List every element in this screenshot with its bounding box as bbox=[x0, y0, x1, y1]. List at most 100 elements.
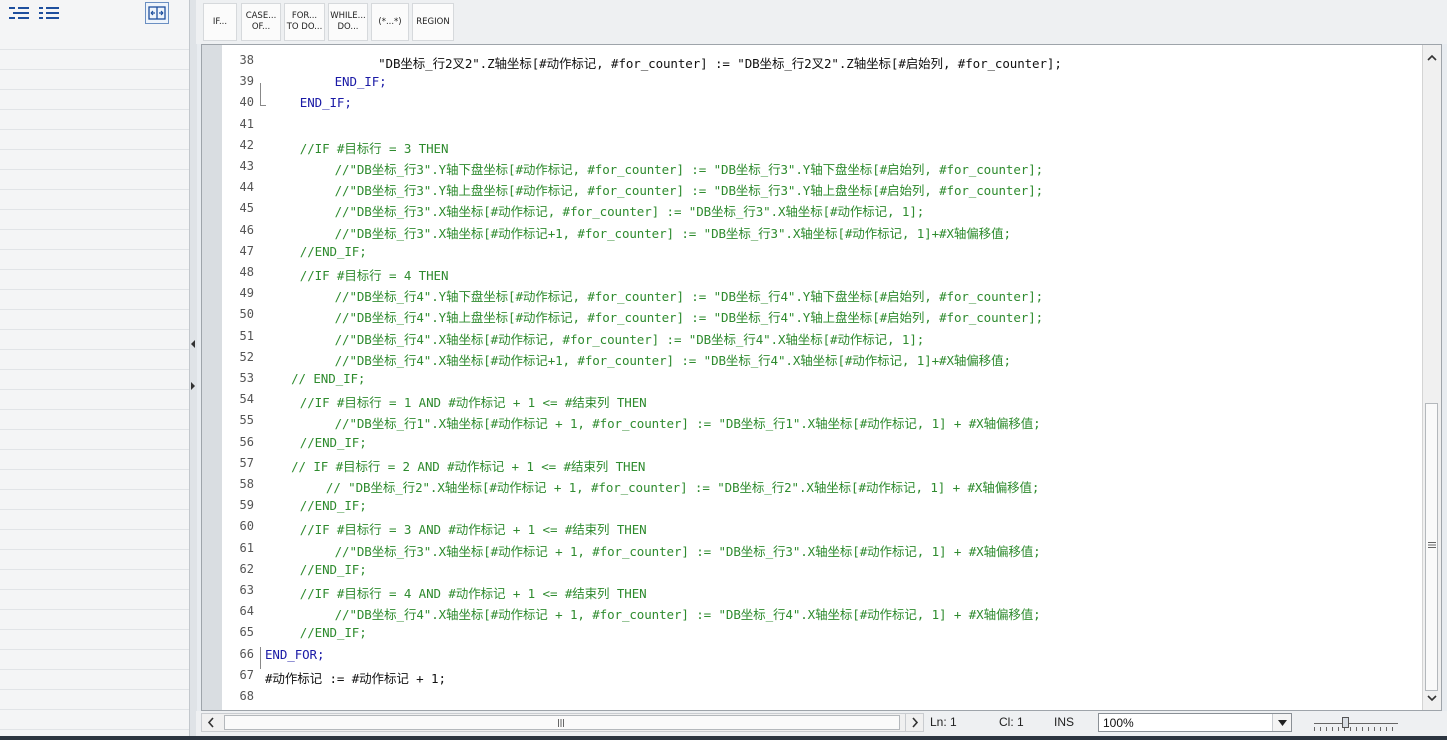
code-line[interactable]: //IF #目标行 = 4 THEN bbox=[300, 265, 449, 284]
left-list-row[interactable] bbox=[0, 450, 190, 470]
left-list-row[interactable] bbox=[0, 90, 190, 110]
left-list-row[interactable] bbox=[0, 290, 190, 310]
code-line[interactable]: //"DB坐标_行3".X轴坐标[#动作标记, #for_counter] :=… bbox=[335, 201, 925, 220]
left-list-row[interactable] bbox=[0, 310, 190, 330]
code-line[interactable]: //"DB坐标_行1".X轴坐标[#动作标记 + 1, #for_counter… bbox=[335, 413, 1041, 432]
code-line[interactable]: //"DB坐标_行3".X轴坐标[#动作标记 + 1, #for_counter… bbox=[335, 541, 1041, 560]
left-list-row[interactable] bbox=[0, 570, 190, 590]
vertical-scrollbar[interactable] bbox=[1422, 45, 1441, 710]
code-line[interactable]: //END_IF; bbox=[300, 625, 367, 640]
collapse-right-arrow-icon[interactable] bbox=[191, 382, 195, 390]
left-list-row[interactable] bbox=[0, 690, 190, 710]
code-line[interactable]: //END_IF; bbox=[300, 244, 367, 259]
code-area[interactable]: "DB坐标_行2叉2".Z轴坐标[#动作标记, #for_counter] :=… bbox=[260, 45, 1423, 710]
code-line[interactable]: //"DB坐标_行3".Y轴上盘坐标[#动作标记, #for_counter] … bbox=[335, 180, 1044, 199]
code-line[interactable]: //END_IF; bbox=[300, 498, 367, 513]
left-list-row[interactable] bbox=[0, 170, 190, 190]
left-list-row[interactable] bbox=[0, 210, 190, 230]
left-list-row[interactable] bbox=[0, 330, 190, 350]
fold-marker bbox=[260, 647, 266, 669]
zoom-select[interactable]: 100% bbox=[1098, 713, 1292, 732]
for-to-do-button[interactable]: FOR... TO DO... bbox=[284, 3, 325, 41]
chevron-down-icon bbox=[1427, 694, 1437, 701]
collapse-left-arrow-icon[interactable] bbox=[191, 340, 195, 348]
left-list-row[interactable] bbox=[0, 130, 190, 150]
zoom-dropdown-button[interactable] bbox=[1272, 714, 1291, 731]
indent-list-icon[interactable] bbox=[8, 4, 30, 22]
grip-icon bbox=[558, 719, 564, 727]
expand-pane-icon[interactable] bbox=[145, 2, 169, 24]
code-line[interactable]: // "DB坐标_行2".X轴坐标[#动作标记 + 1, #for_counte… bbox=[326, 477, 1040, 496]
case-of-button[interactable]: CASE... OF... bbox=[241, 3, 281, 41]
if-button[interactable]: IF... bbox=[203, 3, 237, 41]
left-list-row[interactable] bbox=[0, 190, 190, 210]
left-list-row[interactable] bbox=[0, 70, 190, 90]
region-button-label: REGION bbox=[416, 16, 450, 27]
code-line[interactable]: //"DB坐标_行3".X轴坐标[#动作标记+1, #for_counter] … bbox=[335, 223, 1011, 242]
code-line[interactable]: //"DB坐标_行3".Y轴下盘坐标[#动作标记, #for_counter] … bbox=[335, 159, 1044, 178]
code-line[interactable]: //IF #目标行 = 4 AND #动作标记 + 1 <= #结束列 THEN bbox=[300, 583, 647, 602]
zoom-slider[interactable] bbox=[1314, 715, 1398, 732]
code-line[interactable]: //"DB坐标_行4".X轴坐标[#动作标记+1, #for_counter] … bbox=[335, 350, 1011, 369]
code-line[interactable]: END_IF; bbox=[300, 95, 352, 110]
code-line[interactable]: // END_IF; bbox=[291, 371, 365, 386]
code-line[interactable]: //IF #目标行 = 3 THEN bbox=[300, 138, 449, 157]
left-list bbox=[0, 30, 190, 730]
left-list-row[interactable] bbox=[0, 590, 190, 610]
grip-icon bbox=[1428, 542, 1436, 548]
while-do-button[interactable]: WHILE... DO... bbox=[328, 3, 368, 41]
vertical-scroll-thumb[interactable] bbox=[1425, 403, 1438, 691]
scroll-right-button[interactable] bbox=[905, 713, 924, 732]
left-list-row[interactable] bbox=[0, 470, 190, 490]
left-list-row[interactable] bbox=[0, 250, 190, 270]
left-list-row[interactable] bbox=[0, 410, 190, 430]
code-line[interactable]: //"DB坐标_行4".X轴坐标[#动作标记, #for_counter] :=… bbox=[335, 329, 925, 348]
code-line[interactable]: END_IF; bbox=[335, 74, 387, 89]
code-line[interactable]: //END_IF; bbox=[300, 562, 367, 577]
left-list-row[interactable] bbox=[0, 350, 190, 370]
region-button[interactable]: REGION bbox=[412, 3, 454, 41]
left-list-row[interactable] bbox=[0, 370, 190, 390]
left-list-row[interactable] bbox=[0, 550, 190, 570]
left-list-row[interactable] bbox=[0, 30, 190, 50]
outdent-list-icon[interactable] bbox=[38, 4, 60, 22]
left-list-row[interactable] bbox=[0, 530, 190, 550]
code-editor[interactable]: 38 39 40 41 42 43 44 45 46 47 48 49 50 51 52 53 54 55 56 57… bbox=[201, 44, 1442, 711]
code-line[interactable]: //"DB坐标_行4".X轴坐标[#动作标记 + 1, #for_counter… bbox=[335, 604, 1041, 623]
code-line[interactable]: #动作标记 := #动作标记 + 1; bbox=[265, 668, 446, 687]
code-line[interactable]: END_FOR; bbox=[265, 647, 325, 662]
left-list-row[interactable] bbox=[0, 490, 190, 510]
pane-splitter[interactable] bbox=[189, 0, 197, 736]
left-list-row[interactable] bbox=[0, 430, 190, 450]
code-line[interactable]: "DB坐标_行2叉2".Z轴坐标[#动作标记, #for_counter] :=… bbox=[378, 53, 1062, 72]
left-list-row[interactable] bbox=[0, 50, 190, 70]
code-line[interactable]: //IF #目标行 = 1 AND #动作标记 + 1 <= #结束列 THEN bbox=[300, 392, 647, 411]
scroll-down-button[interactable] bbox=[1423, 688, 1441, 708]
line-number: 63 bbox=[239, 583, 254, 597]
left-list-row[interactable] bbox=[0, 510, 190, 530]
left-list-row[interactable] bbox=[0, 670, 190, 690]
left-list-row[interactable] bbox=[0, 710, 190, 730]
left-list-row[interactable] bbox=[0, 230, 190, 250]
comment-block-button[interactable]: (*...*) bbox=[371, 3, 409, 41]
code-line[interactable]: //"DB坐标_行4".Y轴上盘坐标[#动作标记, #for_counter] … bbox=[335, 307, 1044, 326]
case-button-line1: CASE... bbox=[245, 11, 277, 21]
scroll-up-button[interactable] bbox=[1423, 47, 1441, 67]
line-number: 53 bbox=[239, 371, 254, 385]
code-line[interactable]: // IF #目标行 = 2 AND #动作标记 + 1 <= #结束列 THE… bbox=[291, 456, 645, 475]
left-list-row[interactable] bbox=[0, 390, 190, 410]
left-list-row[interactable] bbox=[0, 650, 190, 670]
left-list-row[interactable] bbox=[0, 110, 190, 130]
code-line[interactable]: //END_IF; bbox=[300, 435, 367, 450]
left-list-row[interactable] bbox=[0, 630, 190, 650]
left-list-row[interactable] bbox=[0, 610, 190, 630]
horizontal-scrollbar[interactable] bbox=[201, 713, 921, 732]
chevron-left-icon[interactable] bbox=[207, 717, 215, 728]
code-line[interactable]: //IF #目标行 = 3 AND #动作标记 + 1 <= #结束列 THEN bbox=[300, 519, 647, 538]
left-list-row[interactable] bbox=[0, 270, 190, 290]
left-list-row[interactable] bbox=[0, 150, 190, 170]
code-line[interactable]: //"DB坐标_行4".Y轴下盘坐标[#动作标记, #for_counter] … bbox=[335, 286, 1044, 305]
zoom-slider-thumb[interactable] bbox=[1342, 717, 1349, 728]
zoom-value: 100% bbox=[1103, 716, 1134, 730]
horizontal-scroll-thumb[interactable] bbox=[224, 715, 900, 730]
